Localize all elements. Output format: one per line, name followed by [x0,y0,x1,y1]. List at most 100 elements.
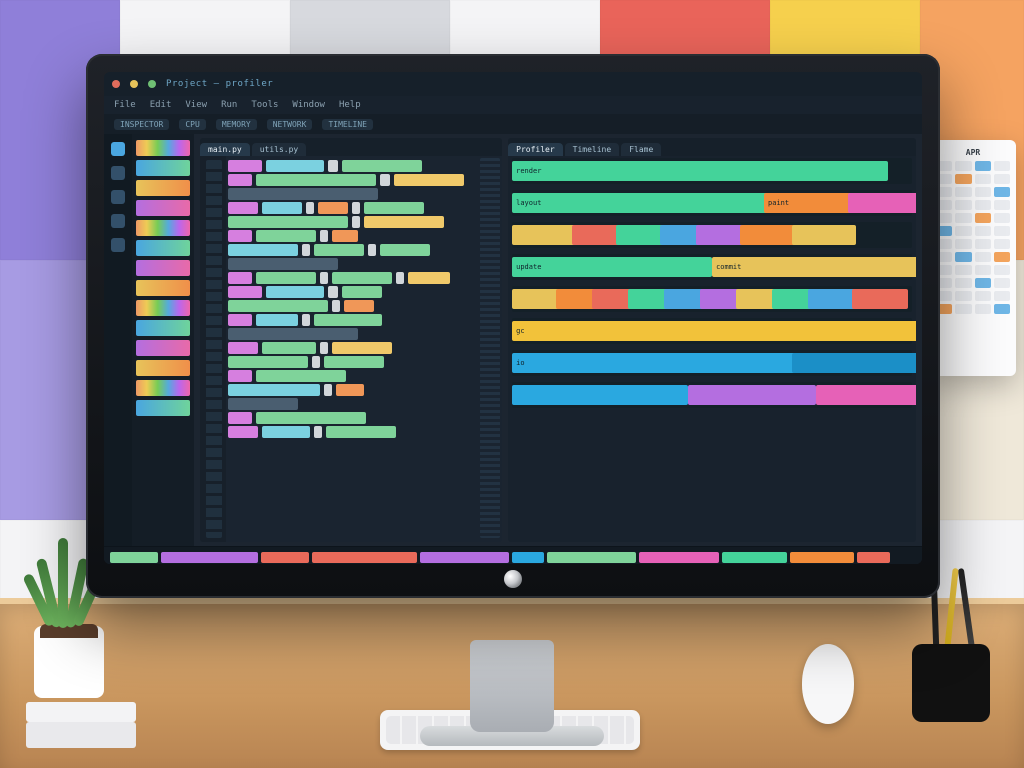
maximize-icon[interactable] [148,80,156,88]
code-line[interactable] [228,244,498,256]
thumb[interactable] [136,400,190,416]
toolbar-chip[interactable]: CPU [179,119,205,130]
profiler-segment[interactable] [852,289,908,309]
profiler-segment[interactable]: render [512,161,888,181]
profiler-segment[interactable] [512,225,576,245]
editor-pane[interactable]: main.pyutils.py [200,138,502,542]
thumb[interactable] [136,360,190,376]
menubar[interactable]: File Edit View Run Tools Window Help [104,96,922,114]
code-line[interactable] [228,286,498,298]
code-line[interactable] [228,258,498,270]
minimize-icon[interactable] [130,80,138,88]
menu-item[interactable]: Tools [251,100,278,110]
sidebar-thumbnails[interactable] [132,134,194,546]
code-line[interactable] [228,174,498,186]
tab[interactable]: utils.py [252,143,307,156]
profiler-track[interactable]: io [512,350,912,376]
git-icon[interactable] [111,190,125,204]
thumb[interactable] [136,240,190,256]
profiler-segment[interactable] [792,353,916,373]
code-line[interactable] [228,328,498,340]
profiler-segment[interactable] [616,225,664,245]
thumb[interactable] [136,320,190,336]
tabstrip-right[interactable]: ProfilerTimelineFlame [508,138,916,156]
code-line[interactable] [228,384,498,396]
toolbar-chip[interactable]: NETWORK [267,119,313,130]
thumb[interactable] [136,340,190,356]
window-titlebar[interactable]: Project — profiler [104,72,922,96]
thumb[interactable] [136,180,190,196]
profiler-segment[interactable] [556,289,596,309]
menu-item[interactable]: Help [339,100,361,110]
profiler-segment[interactable] [772,289,812,309]
tab[interactable]: Timeline [565,143,620,156]
code-line[interactable] [228,216,498,228]
profiler-segment[interactable] [792,225,856,245]
profiler-track[interactable]: updatecommit [512,254,912,280]
profiler-segment[interactable] [512,289,560,309]
profiler-segment[interactable] [688,385,816,405]
menu-item[interactable]: View [185,100,207,110]
thumb[interactable] [136,300,190,316]
profiler-segment[interactable] [512,385,688,405]
profiler-track[interactable]: render [512,158,912,184]
code-line[interactable] [228,356,498,368]
menu-item[interactable]: Window [292,100,325,110]
thumb[interactable] [136,200,190,216]
close-icon[interactable] [112,80,120,88]
thumb[interactable] [136,160,190,176]
profiler-track[interactable] [512,222,912,248]
thumb[interactable] [136,140,190,156]
thumb[interactable] [136,260,190,276]
profiler-segment[interactable]: io [512,353,800,373]
thumb[interactable] [136,380,190,396]
thumb[interactable] [136,220,190,236]
profiler-track[interactable]: layoutpaint [512,190,912,216]
code-line[interactable] [228,230,498,242]
profiler-segment[interactable] [592,289,632,309]
menu-item[interactable]: Run [221,100,237,110]
profiler-pane[interactable]: ProfilerTimelineFlame render layoutpaint u… [508,138,916,542]
menu-item[interactable]: File [114,100,136,110]
profiler-segment[interactable] [664,289,704,309]
toolbar-chip[interactable]: INSPECTOR [114,119,169,130]
code-area[interactable] [228,158,498,538]
profiler-segment[interactable] [848,193,916,213]
profiler-tracks[interactable]: render layoutpaint updatecommit gc io [512,158,912,536]
toolbar-chip[interactable]: MEMORY [216,119,257,130]
profiler-segment[interactable] [808,289,856,309]
profiler-segment[interactable] [696,225,744,245]
extensions-icon[interactable] [111,238,125,252]
profiler-track[interactable]: gc [512,318,912,344]
tab[interactable]: Profiler [508,143,563,156]
profiler-segment[interactable]: paint [764,193,852,213]
profiler-segment[interactable] [660,225,700,245]
search-icon[interactable] [111,166,125,180]
toolbar[interactable]: INSPECTOR CPU MEMORY NETWORK TIMELINE [104,114,922,134]
code-line[interactable] [228,314,498,326]
code-line[interactable] [228,398,498,410]
profiler-track[interactable] [512,382,912,408]
profiler-track[interactable] [512,286,912,312]
code-line[interactable] [228,412,498,424]
profiler-segment[interactable] [572,225,620,245]
code-line[interactable] [228,342,498,354]
tab[interactable]: main.py [200,143,250,156]
code-line[interactable] [228,370,498,382]
profiler-segment[interactable]: layout [512,193,768,213]
profiler-segment[interactable] [740,225,796,245]
toolbar-chip[interactable]: TIMELINE [322,119,373,130]
profiler-segment[interactable]: update [512,257,712,277]
files-icon[interactable] [111,142,125,156]
code-line[interactable] [228,188,498,200]
profiler-segment[interactable] [700,289,740,309]
menu-item[interactable]: Edit [150,100,172,110]
code-line[interactable] [228,160,498,172]
tab[interactable]: Flame [621,143,661,156]
code-line[interactable] [228,272,498,284]
code-line[interactable] [228,300,498,312]
profiler-segment[interactable]: gc [512,321,916,341]
profiler-segment[interactable] [628,289,668,309]
activity-bar[interactable] [104,134,132,546]
debug-icon[interactable] [111,214,125,228]
